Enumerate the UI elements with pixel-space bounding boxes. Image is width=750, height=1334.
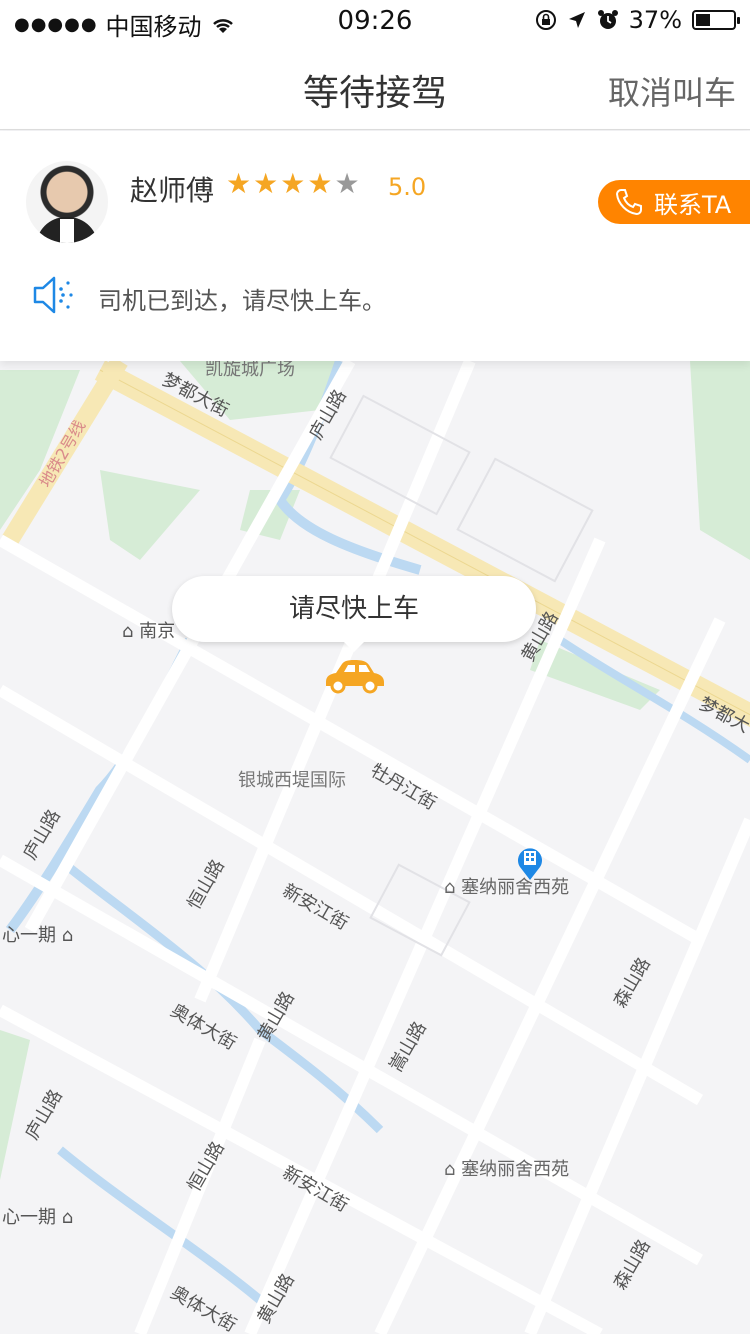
map-label-poi: 心一期 ⌂: [2, 1207, 74, 1228]
green-area: [690, 361, 750, 560]
alarm-icon: [597, 10, 618, 29]
map-label-text: 塞纳丽舍西苑: [461, 1159, 570, 1180]
arrival-notice: 司机已到达，请尽快上车。: [98, 287, 386, 315]
map-label-poi: 凯旋城广场: [205, 361, 295, 380]
map-label-poi: 银城西堤国际: [238, 770, 346, 791]
status-right: 37%: [535, 6, 740, 34]
major-road: [94, 361, 750, 728]
star-icon: ★: [253, 167, 279, 200]
cancel-ride-button[interactable]: 取消叫车: [608, 68, 736, 114]
driver-stars: ★ ★ ★ ★ ★: [226, 169, 360, 199]
driver-rating: 5.0: [388, 173, 427, 201]
location-arrow-icon: [568, 12, 585, 28]
green-area: [0, 1030, 30, 1180]
building-pin-icon[interactable]: [516, 845, 544, 881]
battery-level: [696, 14, 710, 26]
map-view[interactable]: 凯旋城广场 梦都大街 梦都大 庐山路 庐山路 庐山路 地铁2号线 ⌂ 南京 黄山…: [0, 361, 750, 1334]
map-label-text: 心一期: [2, 925, 56, 946]
pickup-bubble: 请尽快上车: [172, 576, 536, 652]
status-bar: ●●●●● 中国移动 09:26 37%: [0, 0, 750, 41]
nav-bar: 等待接驾 取消叫车: [0, 40, 750, 130]
avatar-collar: [60, 219, 74, 243]
star-icon: ★: [334, 167, 360, 200]
lock-rotation-icon: [535, 10, 556, 30]
phone-icon: [615, 189, 642, 216]
map-base: [0, 361, 750, 1334]
contact-label: 联系TA: [654, 190, 732, 219]
driver-avatar[interactable]: [26, 161, 108, 243]
star-icon: ★: [307, 167, 333, 200]
speaker-icon: [33, 276, 73, 314]
map-label-poi: 心一期 ⌂: [2, 925, 74, 946]
battery-percent: 37%: [628, 6, 682, 34]
map-label-poi: ⌂ 塞纳丽舍西苑: [444, 877, 570, 898]
map-label-text: 南京: [139, 621, 176, 642]
battery-icon: [692, 10, 740, 30]
star-icon: ★: [226, 167, 252, 200]
map-label-poi: ⌂ 南京: [122, 621, 176, 642]
driver-name: 赵师傅: [130, 174, 215, 207]
map-label-text: 心一期: [2, 1207, 56, 1228]
driver-panel: 赵师傅 ★ ★ ★ ★ ★ 5.0 联系TA 司机已到达，请尽快上车。: [0, 131, 750, 361]
star-icon: ★: [280, 167, 306, 200]
map-label-poi: ⌂ 塞纳丽舍西苑: [444, 1159, 570, 1180]
green-area: [100, 470, 200, 560]
contact-driver-button[interactable]: 联系TA: [598, 180, 750, 224]
car-icon: [326, 660, 384, 694]
